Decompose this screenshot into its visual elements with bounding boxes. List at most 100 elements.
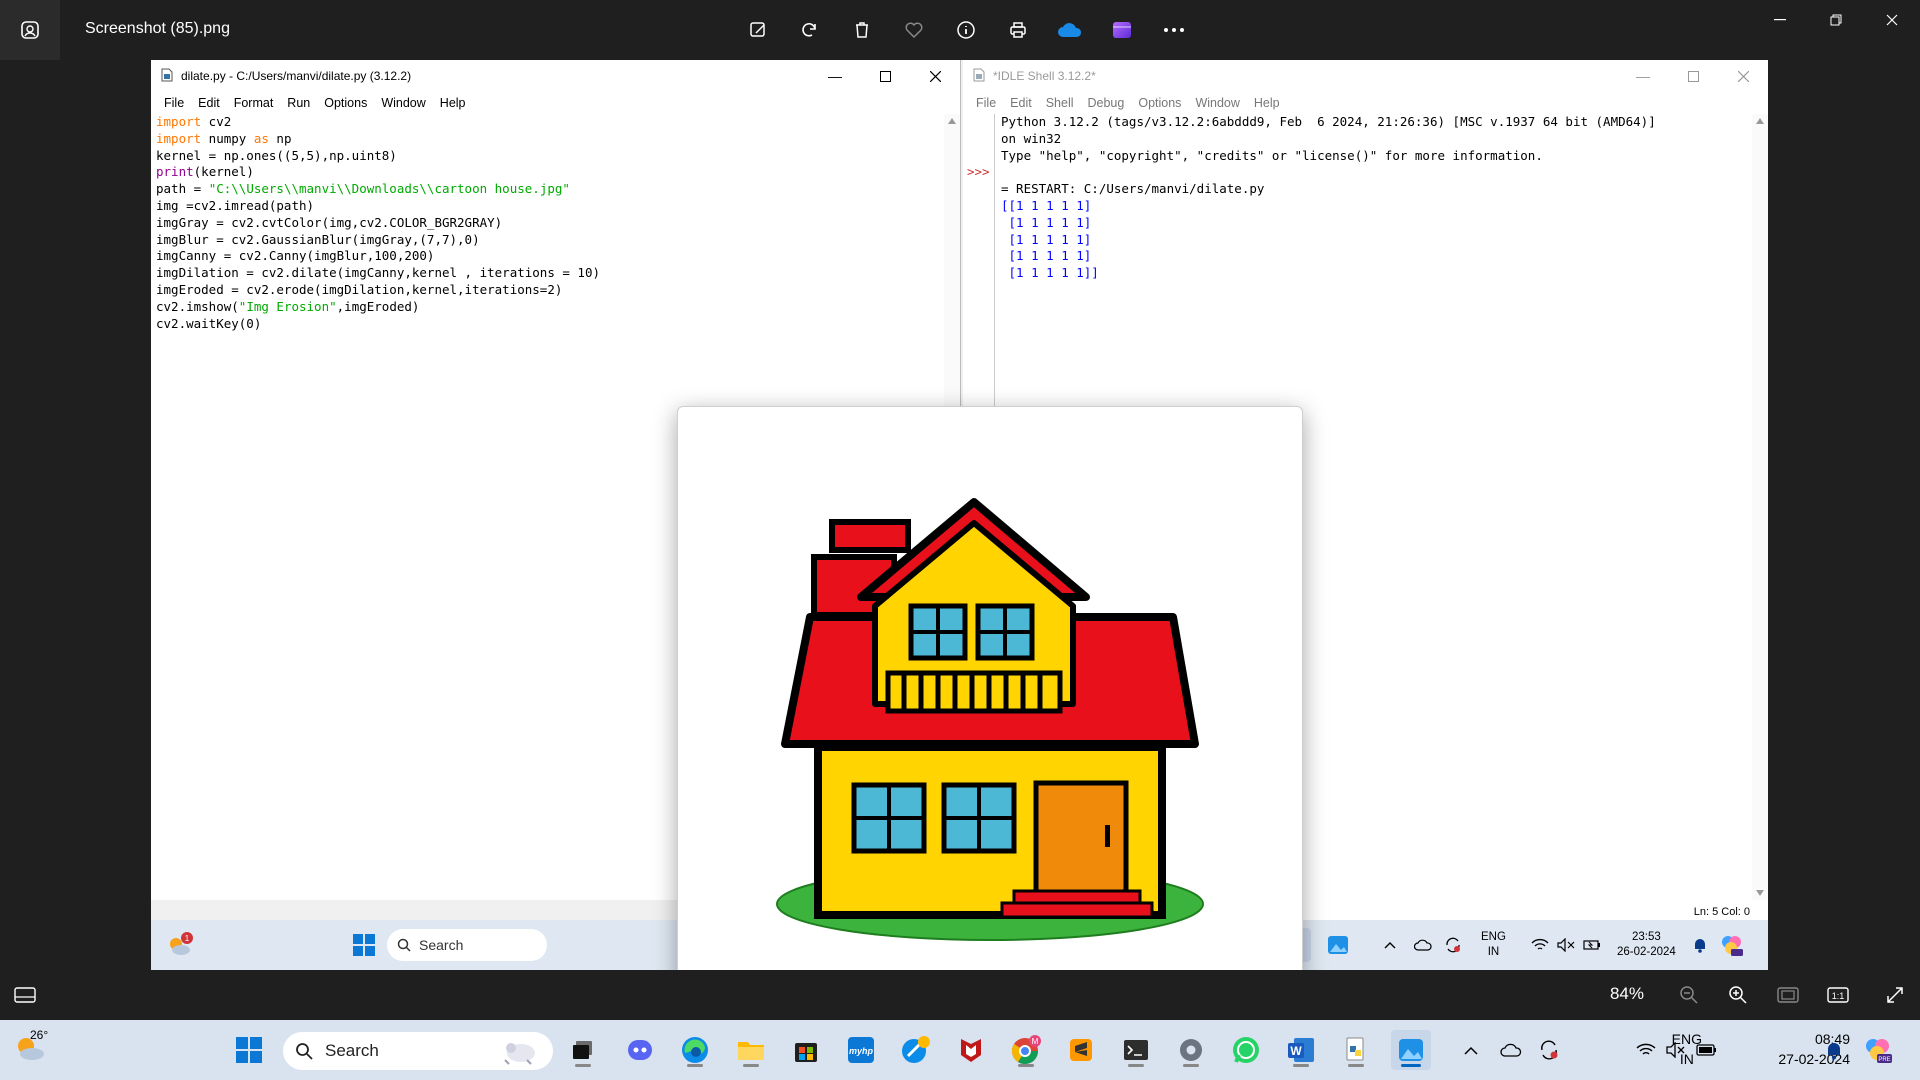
- discord-icon[interactable]: [620, 1030, 660, 1070]
- edit-icon[interactable]: [740, 12, 776, 48]
- tray-sync-icon[interactable]: [1538, 1020, 1560, 1080]
- battery-icon: [1583, 940, 1600, 950]
- zoom-out-icon[interactable]: [1674, 980, 1704, 1010]
- shell-close-button[interactable]: [1718, 60, 1768, 92]
- inner-lang-2: IN: [1487, 946, 1500, 958]
- photos-titlebar: Screenshot (85).png: [0, 0, 1920, 60]
- python-file-icon: [161, 68, 173, 85]
- fit-to-window-icon[interactable]: [1773, 980, 1803, 1010]
- editor-maximize-button[interactable]: [860, 60, 910, 92]
- shell-output-line: [[1 1 1 1 1]: [1001, 197, 1092, 213]
- actual-size-icon[interactable]: 1:1: [1823, 980, 1853, 1010]
- taskbar-search-box[interactable]: Search: [283, 1032, 553, 1070]
- shell-menu-file[interactable]: File: [969, 96, 1003, 110]
- whatsapp-icon[interactable]: [1226, 1030, 1266, 1070]
- inner-copilot-icon[interactable]: [1719, 920, 1745, 970]
- shell-menubar: File Edit Shell Debug Options Window Hel…: [963, 92, 1768, 114]
- store-icon[interactable]: [786, 1030, 826, 1070]
- shell-maximize-button[interactable]: [1668, 60, 1718, 92]
- menu-format[interactable]: Format: [227, 96, 281, 110]
- quick-settings[interactable]: [1636, 1020, 1718, 1080]
- zoom-in-icon[interactable]: [1723, 980, 1753, 1010]
- delete-icon[interactable]: [844, 12, 880, 48]
- shell-menu-help[interactable]: Help: [1247, 96, 1287, 110]
- image-preview-window: [677, 406, 1303, 970]
- shell-title: *IDLE Shell 3.12.2*: [993, 69, 1096, 83]
- inner-weather-icon[interactable]: 1: [159, 928, 199, 962]
- info-icon[interactable]: [948, 12, 984, 48]
- onedrive-icon[interactable]: [1052, 12, 1088, 48]
- close-button[interactable]: [1864, 0, 1920, 40]
- shell-output-line: [1 1 1 1 1]]: [1001, 265, 1099, 281]
- inner-tray-chevron-icon[interactable]: [1384, 920, 1396, 970]
- start-button[interactable]: [229, 1030, 269, 1070]
- settings-icon[interactable]: [1171, 1030, 1211, 1070]
- word-icon[interactable]: W: [1281, 1030, 1321, 1070]
- print-icon[interactable]: [1000, 12, 1036, 48]
- shell-output-line: [1 1 1 1 1]: [1001, 248, 1092, 264]
- wifi-icon: [1636, 1043, 1656, 1055]
- favorite-icon[interactable]: [896, 12, 932, 48]
- inner-start-button[interactable]: [346, 928, 382, 962]
- photos-bottombar: 84% 1:1: [0, 970, 1920, 1020]
- chrome-icon[interactable]: M: [1006, 1030, 1046, 1070]
- shell-text: Python 3.12.2 (tags/v3.12.2:6abddd9, Feb…: [1001, 114, 1752, 282]
- filmstrip-icon[interactable]: [10, 980, 40, 1010]
- menu-options[interactable]: Options: [317, 96, 374, 110]
- taskbar-search-label: Search: [325, 1041, 379, 1060]
- inner-clock[interactable]: 23:53 26-02-2024: [1617, 920, 1676, 970]
- menu-edit[interactable]: Edit: [191, 96, 227, 110]
- notification-bell-icon[interactable]: [1826, 1020, 1842, 1080]
- tray-cloud-icon[interactable]: [1500, 1020, 1522, 1080]
- python-idle-icon[interactable]: [1336, 1030, 1376, 1070]
- editor-minimize-button[interactable]: —: [810, 60, 860, 92]
- svg-text:myhp: myhp: [849, 1046, 874, 1056]
- inner-tray-sync-icon[interactable]: [1444, 920, 1462, 970]
- menu-help[interactable]: Help: [433, 96, 473, 110]
- phone-link-icon[interactable]: [896, 1030, 936, 1070]
- rotate-icon[interactable]: [792, 12, 828, 48]
- clipchamp-icon[interactable]: [1104, 12, 1140, 48]
- inner-photos-icon[interactable]: [1321, 928, 1355, 962]
- svg-text:1:1: 1:1: [1832, 991, 1845, 1001]
- restore-button[interactable]: [1808, 0, 1864, 40]
- menu-run[interactable]: Run: [280, 96, 317, 110]
- shell-menu-options[interactable]: Options: [1131, 96, 1188, 110]
- inner-quick-settings[interactable]: [1531, 920, 1601, 970]
- shell-blank-line: [1001, 164, 1752, 181]
- shell-menu-edit[interactable]: Edit: [1003, 96, 1039, 110]
- shell-menu-debug[interactable]: Debug: [1081, 96, 1132, 110]
- inner-search-box[interactable]: Search: [387, 929, 547, 961]
- photos-app-taskbar-icon[interactable]: [1391, 1030, 1431, 1070]
- weather-widget[interactable]: 26°: [12, 1028, 48, 1069]
- minimize-button[interactable]: [1752, 0, 1808, 40]
- copilot-icon[interactable]: PRE: [1862, 1020, 1894, 1080]
- file-explorer-icon[interactable]: [731, 1030, 771, 1070]
- task-view-icon[interactable]: [563, 1030, 603, 1070]
- mcafee-icon[interactable]: [951, 1030, 991, 1070]
- cartoon-house-image: [776, 498, 1204, 941]
- battery-icon: [1696, 1044, 1716, 1056]
- shell-output-line: [1 1 1 1 1]: [1001, 231, 1092, 247]
- sublime-text-icon[interactable]: [1061, 1030, 1101, 1070]
- code-editor[interactable]: import cv2 import numpy as np kernel = n…: [151, 114, 960, 332]
- menu-window[interactable]: Window: [374, 96, 432, 110]
- menu-file[interactable]: File: [157, 96, 191, 110]
- more-icon[interactable]: [1156, 12, 1192, 48]
- svg-text:W: W: [1290, 1044, 1302, 1058]
- shell-banner-line: Type "help", "copyright", "credits" or "…: [1001, 147, 1543, 163]
- shell-scrollbar[interactable]: [1752, 114, 1768, 900]
- inner-language[interactable]: ENG IN: [1481, 920, 1506, 970]
- shell-menu-window[interactable]: Window: [1188, 96, 1246, 110]
- shell-menu-shell[interactable]: Shell: [1039, 96, 1081, 110]
- myhp-icon[interactable]: myhp: [841, 1030, 881, 1070]
- shell-minimize-button[interactable]: —: [1618, 60, 1668, 92]
- inner-tray-cloud-icon[interactable]: [1414, 920, 1432, 970]
- terminal-icon[interactable]: [1116, 1030, 1156, 1070]
- inner-notification-icon[interactable]: [1693, 920, 1707, 970]
- editor-close-button[interactable]: [910, 60, 960, 92]
- edge-icon[interactable]: [675, 1030, 715, 1070]
- tray-chevron-icon[interactable]: [1464, 1020, 1478, 1080]
- fullscreen-icon[interactable]: [1880, 980, 1910, 1010]
- photos-file-title: Screenshot (85).png: [85, 20, 230, 37]
